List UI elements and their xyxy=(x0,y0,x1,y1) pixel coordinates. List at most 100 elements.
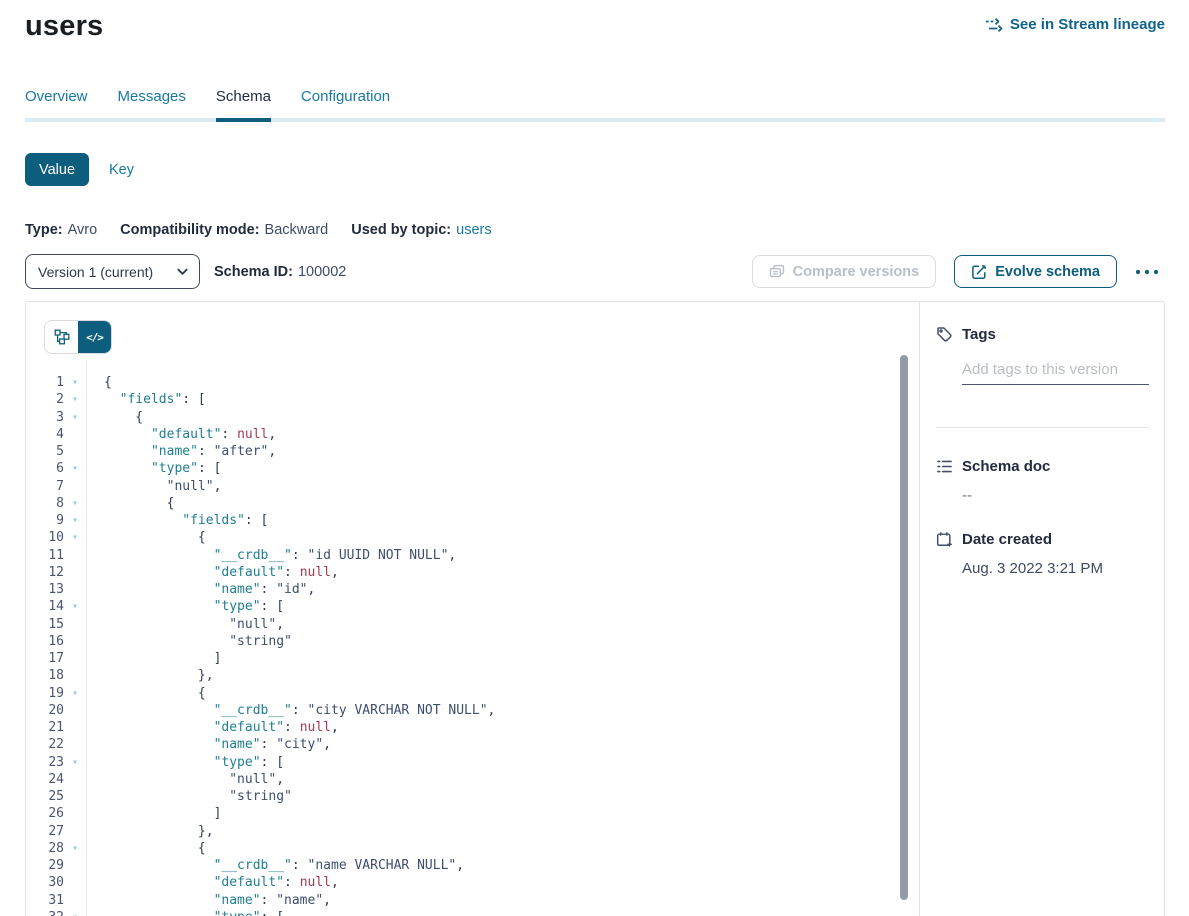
fold-spacer xyxy=(64,478,86,495)
code-text: }, xyxy=(86,823,919,840)
tree-view-icon xyxy=(54,329,70,345)
code-text: { xyxy=(86,374,919,391)
code-line: 15 "null", xyxy=(26,616,919,633)
code-line: 30 "default": null, xyxy=(26,874,919,891)
fold-toggle-icon[interactable]: ▾ xyxy=(64,909,86,916)
code-text: "type": [ xyxy=(86,909,919,916)
fold-toggle-icon[interactable]: ▾ xyxy=(64,685,86,702)
tab-schema[interactable]: Schema xyxy=(216,89,271,118)
tab-configuration[interactable]: Configuration xyxy=(301,89,390,118)
version-select[interactable]: Version 1 (current) xyxy=(25,254,200,289)
line-number: 15 xyxy=(26,616,64,633)
schema-doc-title: Schema doc xyxy=(962,459,1050,475)
code-line: 13 "name": "id", xyxy=(26,581,919,598)
line-number: 18 xyxy=(26,667,64,684)
code-text: "__crdb__": "city VARCHAR NOT NULL", xyxy=(86,702,919,719)
code-view-icon: </> xyxy=(86,331,103,344)
code-text: "null", xyxy=(86,771,919,788)
code-line: 14▾ "type": [ xyxy=(26,598,919,615)
value-toggle-button[interactable]: Value xyxy=(25,153,89,186)
code-text: "null", xyxy=(86,478,919,495)
tab-overview[interactable]: Overview xyxy=(25,89,88,118)
code-text: "string" xyxy=(86,633,919,650)
line-number: 20 xyxy=(26,702,64,719)
fold-spacer xyxy=(64,633,86,650)
fold-toggle-icon[interactable]: ▾ xyxy=(64,529,86,546)
line-number: 14 xyxy=(26,598,64,615)
schema-doc-value: -- xyxy=(962,487,1149,504)
line-number: 1 xyxy=(26,374,64,391)
code-line: 21 "default": null, xyxy=(26,719,919,736)
compare-versions-icon xyxy=(769,264,785,280)
date-created-title: Date created xyxy=(962,532,1052,548)
code-text: "default": null, xyxy=(86,874,919,891)
code-line: 18 }, xyxy=(26,667,919,684)
code-text: "name": "city", xyxy=(86,736,919,753)
fold-toggle-icon[interactable]: ▾ xyxy=(64,754,86,771)
fold-toggle-icon[interactable]: ▾ xyxy=(64,460,86,477)
code-line: 22 "name": "city", xyxy=(26,736,919,753)
line-number: 2 xyxy=(26,391,64,408)
fold-spacer xyxy=(64,426,86,443)
fold-toggle-icon[interactable]: ▾ xyxy=(64,512,86,529)
line-number: 24 xyxy=(26,771,64,788)
add-tags-input[interactable] xyxy=(962,359,1149,385)
topic-link[interactable]: users xyxy=(456,222,491,238)
code-text: "name": "after", xyxy=(86,443,919,460)
code-line: 28▾ { xyxy=(26,840,919,857)
date-created-header: Date created xyxy=(936,531,1149,548)
editor-view-toggle: </> xyxy=(44,320,112,354)
schema-doc-header: Schema doc xyxy=(936,458,1149,475)
schema-sidebar: Tags Schema doc -- xyxy=(919,302,1164,916)
code-text: "fields": [ xyxy=(86,391,919,408)
scrollbar-thumb[interactable] xyxy=(900,355,908,900)
line-number: 6 xyxy=(26,460,64,477)
code-line: 26 ] xyxy=(26,805,919,822)
code-view-button[interactable]: </> xyxy=(78,321,111,353)
used-by-topic-label: Used by topic: xyxy=(351,222,451,238)
fold-spacer xyxy=(64,736,86,753)
schema-card: </> 1▾{2▾ "fields": [3▾ {4 "default": nu… xyxy=(25,301,1165,916)
code-line: 4 "default": null, xyxy=(26,426,919,443)
line-number: 25 xyxy=(26,788,64,805)
stream-lineage-link[interactable]: See in Stream lineage xyxy=(985,16,1165,33)
line-number: 16 xyxy=(26,633,64,650)
code-line: 24 "null", xyxy=(26,771,919,788)
line-number: 27 xyxy=(26,823,64,840)
fold-toggle-icon[interactable]: ▾ xyxy=(64,598,86,615)
fold-spacer xyxy=(64,581,86,598)
line-number: 23 xyxy=(26,754,64,771)
fold-spacer xyxy=(64,874,86,891)
bulleted-list-icon xyxy=(936,458,953,475)
line-number: 7 xyxy=(26,478,64,495)
fold-toggle-icon[interactable]: ▾ xyxy=(64,391,86,408)
tab-messages[interactable]: Messages xyxy=(118,89,186,118)
gutter-divider xyxy=(86,360,87,916)
code-text: "__crdb__": "name VARCHAR NULL", xyxy=(86,857,919,874)
line-number: 28 xyxy=(26,840,64,857)
line-number: 17 xyxy=(26,650,64,667)
schema-type-value: Avro xyxy=(68,222,98,238)
version-select-input[interactable]: Version 1 (current) xyxy=(25,254,200,289)
fold-toggle-icon[interactable]: ▾ xyxy=(64,409,86,426)
fold-toggle-icon[interactable]: ▾ xyxy=(64,495,86,512)
fold-toggle-icon[interactable]: ▾ xyxy=(64,840,86,857)
schema-id: Schema ID:100002 xyxy=(214,264,346,280)
fold-toggle-icon[interactable]: ▾ xyxy=(64,374,86,391)
line-number: 5 xyxy=(26,443,64,460)
compare-versions-button[interactable]: Compare versions xyxy=(752,255,937,288)
schema-page: users See in Stream lineage Overview Mes… xyxy=(0,0,1189,916)
page-header: users See in Stream lineage xyxy=(25,9,1165,43)
tree-view-button[interactable] xyxy=(45,321,78,353)
editor-scrollbar[interactable] xyxy=(900,355,908,916)
key-toggle-button[interactable]: Key xyxy=(99,153,144,186)
more-options-button[interactable] xyxy=(1129,265,1165,279)
evolve-schema-icon xyxy=(971,264,987,280)
line-number: 31 xyxy=(26,892,64,909)
schema-doc-section: Schema doc -- xyxy=(936,458,1149,504)
evolve-schema-button[interactable]: Evolve schema xyxy=(954,255,1117,288)
code-line: 5 "name": "after", xyxy=(26,443,919,460)
compatibility-mode-label: Compatibility mode: xyxy=(120,222,259,238)
date-created-value: Aug. 3 2022 3:21 PM xyxy=(962,560,1149,577)
used-by-topic: Used by topic: users xyxy=(351,222,491,238)
